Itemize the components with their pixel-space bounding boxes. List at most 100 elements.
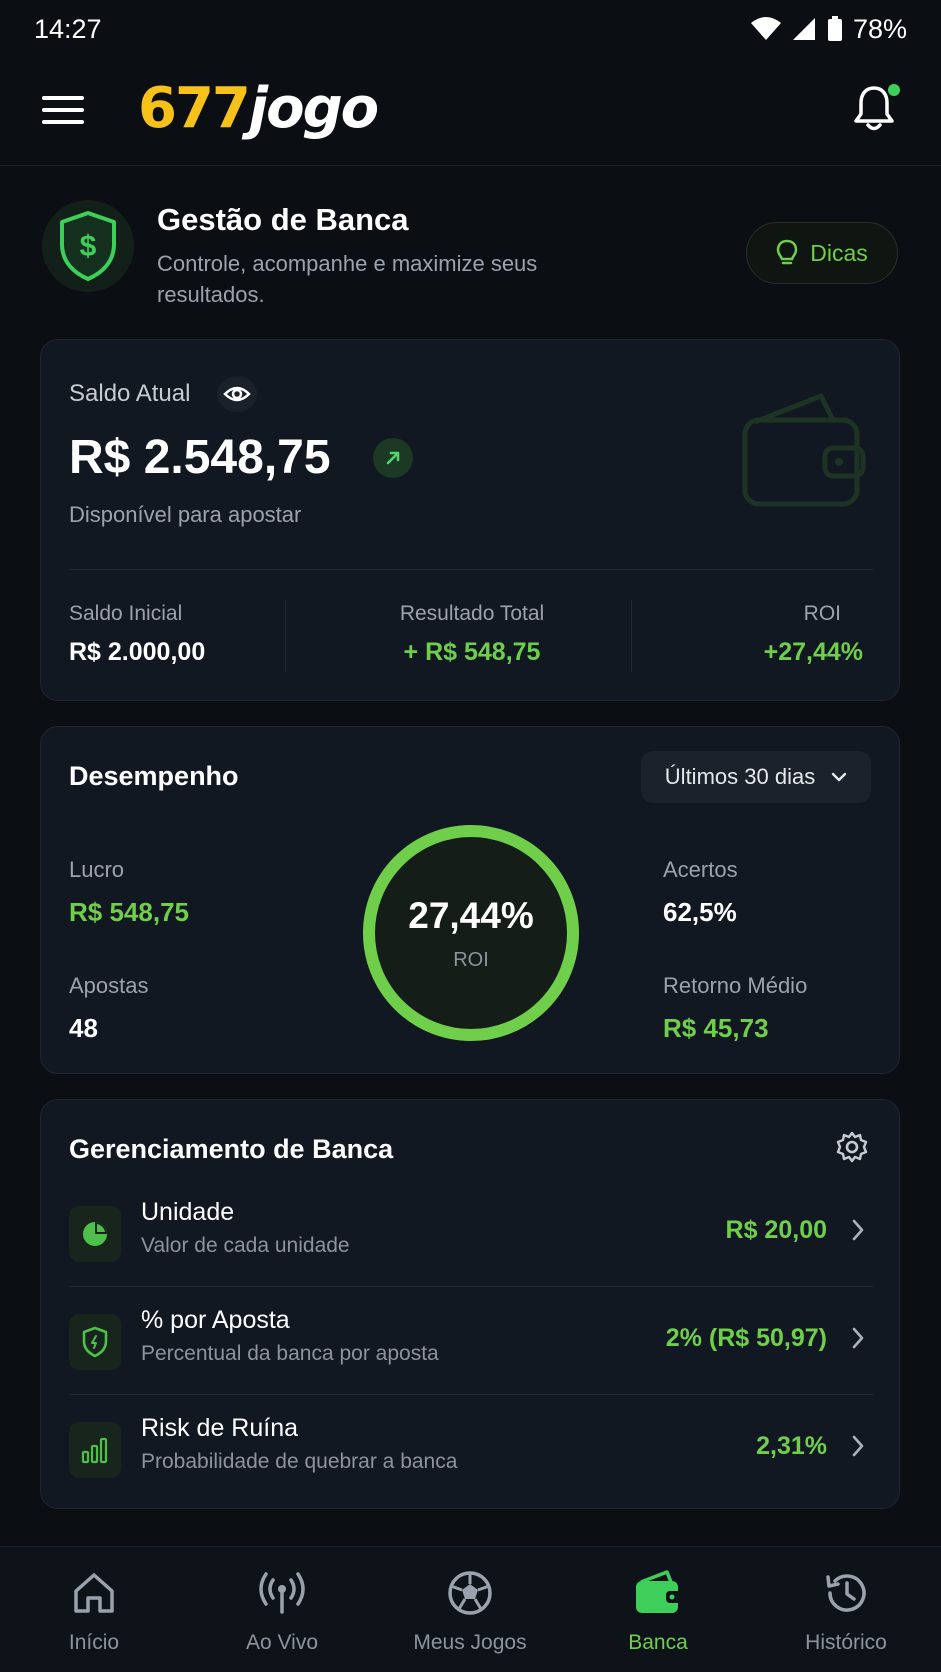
- management-row-unit[interactable]: Unidade Valor de cada unidade R$ 20,00: [69, 1184, 873, 1292]
- stat-label: Saldo Inicial: [69, 602, 183, 625]
- stat-label: Resultado Total: [399, 602, 545, 625]
- divider: [631, 600, 632, 672]
- history-clock-icon: [752, 1567, 940, 1619]
- notifications-button[interactable]: [852, 84, 902, 138]
- status-bar: 14:27 78%: [0, 0, 941, 58]
- metric-label: Acertos: [663, 857, 738, 882]
- nav-item-bank[interactable]: Banca: [564, 1547, 752, 1672]
- nav-label: Ao Vivo: [246, 1631, 318, 1654]
- row-value: 2% (R$ 50,97): [665, 1324, 827, 1352]
- shield-icon-badge: [69, 1314, 121, 1370]
- nav-item-home[interactable]: Início: [0, 1547, 188, 1672]
- bar-chart-icon: [81, 1437, 108, 1464]
- metric-average-return: Retorno Médio R$ 45,73: [663, 973, 807, 1044]
- management-row-percent-per-bet[interactable]: % por Aposta Percentual da banca por apo…: [69, 1292, 873, 1400]
- notification-dot: [888, 84, 900, 96]
- battery-percent: 78%: [852, 13, 907, 44]
- nav-item-live[interactable]: Ao Vivo: [188, 1547, 376, 1672]
- metric-value: R$ 45,73: [663, 1013, 769, 1043]
- metric-label: Apostas: [69, 973, 149, 998]
- app-header: 677jogo: [0, 58, 941, 166]
- svg-text:$: $: [80, 230, 97, 263]
- shield-dollar-icon: $: [60, 211, 116, 281]
- wallet-icon: [564, 1567, 752, 1619]
- soccer-ball-icon: [376, 1567, 564, 1619]
- bottom-navigation: Início Ao Vivo Meus Jogos Banca Históric…: [0, 1546, 941, 1672]
- arrow-up-right-icon: [386, 451, 400, 465]
- gear-icon: [836, 1131, 868, 1163]
- logo-number: 677: [138, 76, 251, 141]
- divider: [69, 1286, 873, 1287]
- row-title: % por Aposta: [141, 1306, 290, 1334]
- shield-bolt-icon: [82, 1326, 108, 1358]
- metric-value: R$ 548,75: [69, 897, 189, 927]
- management-row-risk-of-ruin[interactable]: Risk de Ruína Probabilidade de quebrar a…: [69, 1400, 873, 1508]
- stat-total-result: Resultado Total + R$ 548,75: [317, 602, 627, 667]
- divider: [69, 569, 873, 570]
- status-time: 14:27: [34, 13, 102, 44]
- row-subtitle: Percentual da banca por aposta: [141, 1342, 439, 1365]
- balance-card: Saldo Atual R$ 2.548,75 Disponível para …: [40, 339, 900, 701]
- menu-button[interactable]: [42, 96, 84, 126]
- balance-value: R$ 2.548,75: [69, 431, 331, 484]
- chevron-right-icon: [852, 1435, 864, 1457]
- bar-chart-icon-badge: [69, 1422, 121, 1478]
- row-value: R$ 20,00: [725, 1216, 827, 1244]
- status-icons: 78%: [750, 13, 907, 45]
- period-label: Últimos 30 dias: [664, 764, 816, 789]
- performance-card: Desempenho Últimos 30 dias Lucro R$ 548,…: [40, 726, 900, 1074]
- tips-button[interactable]: Dicas: [746, 222, 898, 284]
- pie-chart-icon-badge: [69, 1206, 121, 1262]
- hamburger-line: [42, 120, 84, 124]
- page-subtitle: Controle, acompanhe e maximize seus resu…: [157, 251, 538, 307]
- cellular-signal-icon: [792, 18, 815, 40]
- balance-label: Saldo Atual: [69, 380, 191, 407]
- trend-up-badge: [373, 438, 413, 478]
- row-subtitle: Probabilidade de quebrar a banca: [141, 1450, 458, 1473]
- lightbulb-icon: [776, 239, 798, 265]
- period-select[interactable]: Últimos 30 dias: [641, 751, 871, 803]
- wallet-watermark-icon: [742, 393, 866, 507]
- shield-dollar-badge: $: [42, 200, 134, 292]
- live-broadcast-icon: [188, 1567, 376, 1619]
- roi-ring-label: ROI: [453, 949, 489, 971]
- battery-icon: [827, 16, 842, 41]
- page-title: Gestão de Banca: [157, 202, 409, 237]
- metric-profit: Lucro R$ 548,75: [69, 857, 189, 928]
- chevron-right-icon: [852, 1327, 864, 1349]
- tips-label: Dicas: [810, 239, 868, 266]
- wifi-icon: [750, 17, 781, 40]
- row-subtitle: Valor de cada unidade: [141, 1234, 350, 1257]
- logo-word: jogo: [248, 76, 379, 141]
- eye-icon: [223, 386, 251, 402]
- nav-label: Início: [68, 1631, 120, 1654]
- bank-management-card: Gerenciamento de Banca Unidade Valor de …: [40, 1099, 900, 1509]
- stat-value: + R$ 548,75: [403, 638, 541, 666]
- divider: [69, 1394, 873, 1395]
- roi-ring-value: 27,44%: [408, 895, 534, 936]
- balance-subtitle: Disponível para apostar: [69, 502, 302, 527]
- nav-item-history[interactable]: Histórico: [752, 1547, 940, 1672]
- management-title: Gerenciamento de Banca: [69, 1134, 394, 1164]
- metric-value: 62,5%: [663, 897, 737, 927]
- hamburger-line: [42, 108, 84, 112]
- stat-label: ROI: [803, 602, 841, 625]
- nav-item-my-games[interactable]: Meus Jogos: [376, 1547, 564, 1672]
- pie-chart-icon: [83, 1222, 107, 1246]
- row-title: Unidade: [141, 1198, 235, 1226]
- metric-label: Retorno Médio: [663, 973, 808, 998]
- metric-bets: Apostas 48: [69, 973, 149, 1044]
- settings-button[interactable]: [835, 1130, 871, 1166]
- logo[interactable]: 677jogo: [138, 76, 379, 141]
- nav-label: Banca: [628, 1631, 688, 1654]
- metric-label: Lucro: [69, 857, 125, 882]
- page-heading: $ Gestão de Banca Controle, acompanhe e …: [42, 200, 902, 310]
- toggle-visibility-button[interactable]: [217, 376, 257, 412]
- hamburger-line: [42, 96, 84, 100]
- divider: [285, 600, 286, 672]
- chevron-down-icon: [831, 772, 847, 782]
- stat-roi: ROI +27,44%: [641, 602, 873, 667]
- metric-hits: Acertos 62,5%: [663, 857, 738, 928]
- home-icon: [0, 1567, 188, 1619]
- row-title: Risk de Ruína: [141, 1414, 299, 1442]
